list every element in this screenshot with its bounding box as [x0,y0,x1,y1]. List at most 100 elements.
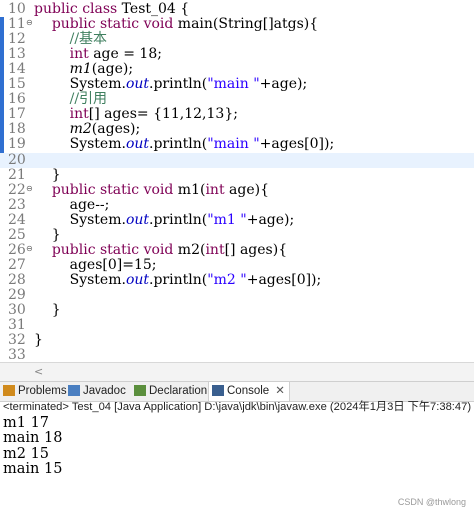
code-line[interactable]: 12 //基本 [0,32,474,47]
code-line[interactable]: 29 [0,287,474,303]
code-token: out [125,211,150,228]
code-token: (ages); [91,121,141,138]
code-token: .println( [149,76,208,93]
console-line: m2 15 [3,445,50,462]
code-token: Test_04 { [121,1,190,17]
fold-toggle-icon[interactable]: ⊖ [26,184,34,193]
fold-toggle-icon[interactable]: ⊖ [26,19,34,27]
code-text: ages[0]=15; [34,257,157,273]
code-text: //基本 [34,32,107,47]
code-token: out [125,76,150,93]
code-token: static [100,241,144,258]
line-number: 16 [8,91,26,108]
code-line[interactable]: 28 System.out.println("m2 "+ages[0]); [0,271,474,288]
code-token: .println( [149,136,208,153]
console-status: <terminated> Test_04 [Java Application] … [3,401,472,413]
code-token: static [100,16,144,33]
code-token: } [34,226,61,243]
code-token: System. [34,76,126,93]
code-editor[interactable]: 10 public class Test_04 {11 ⊖ public stati… [0,0,474,381]
watermark: CSDN @thwlong [397,497,466,507]
code-token: m1( [177,181,206,198]
javadoc-icon [68,385,80,396]
scroll-left-icon[interactable]: < [34,365,43,378]
fold-toggle-icon[interactable]: ⊖ [26,244,34,253]
code-token: "m2 " [207,271,247,288]
console-output: m1 17 main 18 m2 15 main 15 [3,415,62,477]
code-token: m2 [69,121,92,138]
line-number: 27 [8,256,26,273]
code-token: .println( [149,271,208,288]
code-token: } [34,166,61,183]
code-line[interactable]: 33 [0,348,474,363]
tab-declaration[interactable]: Declaration [131,382,211,401]
code-token: out [125,271,150,288]
code-line[interactable]: 20 [0,152,474,168]
code-token: int [205,181,230,198]
tab-javadoc[interactable]: Javadoc [65,382,130,401]
code-token: [] ages){ [224,241,288,258]
console-line: m1 17 [3,415,50,431]
code-text: } [34,226,61,243]
declaration-icon [134,385,146,396]
code-line[interactable]: 18 m2(ages); [0,122,474,137]
tab-console[interactable]: Console ✕ [208,382,290,401]
code-token: +age); [246,211,295,228]
code-text: System.out.println("m2 "+ages[0]); [34,271,322,288]
code-line[interactable]: 25 } [0,226,474,243]
code-line[interactable]: 21 } [0,166,474,183]
code-line[interactable]: 30 } [0,303,474,318]
close-icon[interactable]: ✕ [275,385,285,397]
tab-problems[interactable]: Problems [0,382,71,401]
code-line[interactable]: 24 System.out.println("m1 "+age); [0,211,474,228]
code-token: System. [34,136,126,153]
code-token: //基本 [69,31,108,48]
code-token: age){ [229,181,269,198]
code-token: +age); [259,76,308,93]
code-token: public [51,16,100,33]
code-line[interactable]: 14 m1(age); [0,62,474,77]
line-number: 28 [8,271,26,288]
code-token: public [51,181,100,198]
code-line[interactable]: 13 int age = 18; [0,47,474,62]
code-line[interactable]: 31 [0,318,474,333]
code-token: "main " [207,136,260,153]
code-line[interactable]: 23 age--; [0,196,474,213]
code-token: age--; [34,196,110,213]
code-line[interactable]: 26 ⊖ public static void m2(int[] ages){ [0,241,474,258]
code-token: [] ages= {11,12,13}; [88,106,238,123]
tab-label: Javadoc [83,385,126,397]
code-line[interactable]: 22 ⊖ public static void m1(int age){ [0,181,474,198]
code-token: System. [34,271,126,288]
console-icon [212,385,224,396]
code-line[interactable]: 32} [0,333,474,348]
code-token: .println( [149,211,208,228]
tab-label: Declaration [149,385,208,397]
code-text: } [34,333,43,348]
line-number: 31 [8,317,26,334]
code-token: public [34,1,83,17]
horizontal-scrollbar[interactable]: < [0,362,474,381]
code-line[interactable]: 17 int[] ages= {11,12,13}; [0,107,474,122]
line-number: 25 [8,226,26,243]
line-number: 18 [8,121,26,138]
code-line[interactable]: 10 public class Test_04 { [0,2,474,17]
code-line[interactable]: 16 //引用 [0,92,474,107]
code-token: m1 [69,61,92,78]
code-token: } [34,302,61,318]
code-text: public static void m2(int[] ages){ [34,241,288,258]
code-text: m2(ages); [34,121,141,138]
code-line[interactable]: 11 ⊖ public static void main(String[]atgs… [0,17,474,32]
code-text: System.out.println("main "+ages[0]); [34,136,335,153]
line-number: 30 [8,302,26,318]
code-line[interactable]: 27 ages[0]=15; [0,256,474,273]
code-text: } [34,303,61,318]
code-text: m1(age); [34,62,133,77]
code-line[interactable]: 15 System.out.println("main "+age); [0,77,474,92]
code-line[interactable]: 19 System.out.println("main "+ages[0]); [0,137,474,152]
